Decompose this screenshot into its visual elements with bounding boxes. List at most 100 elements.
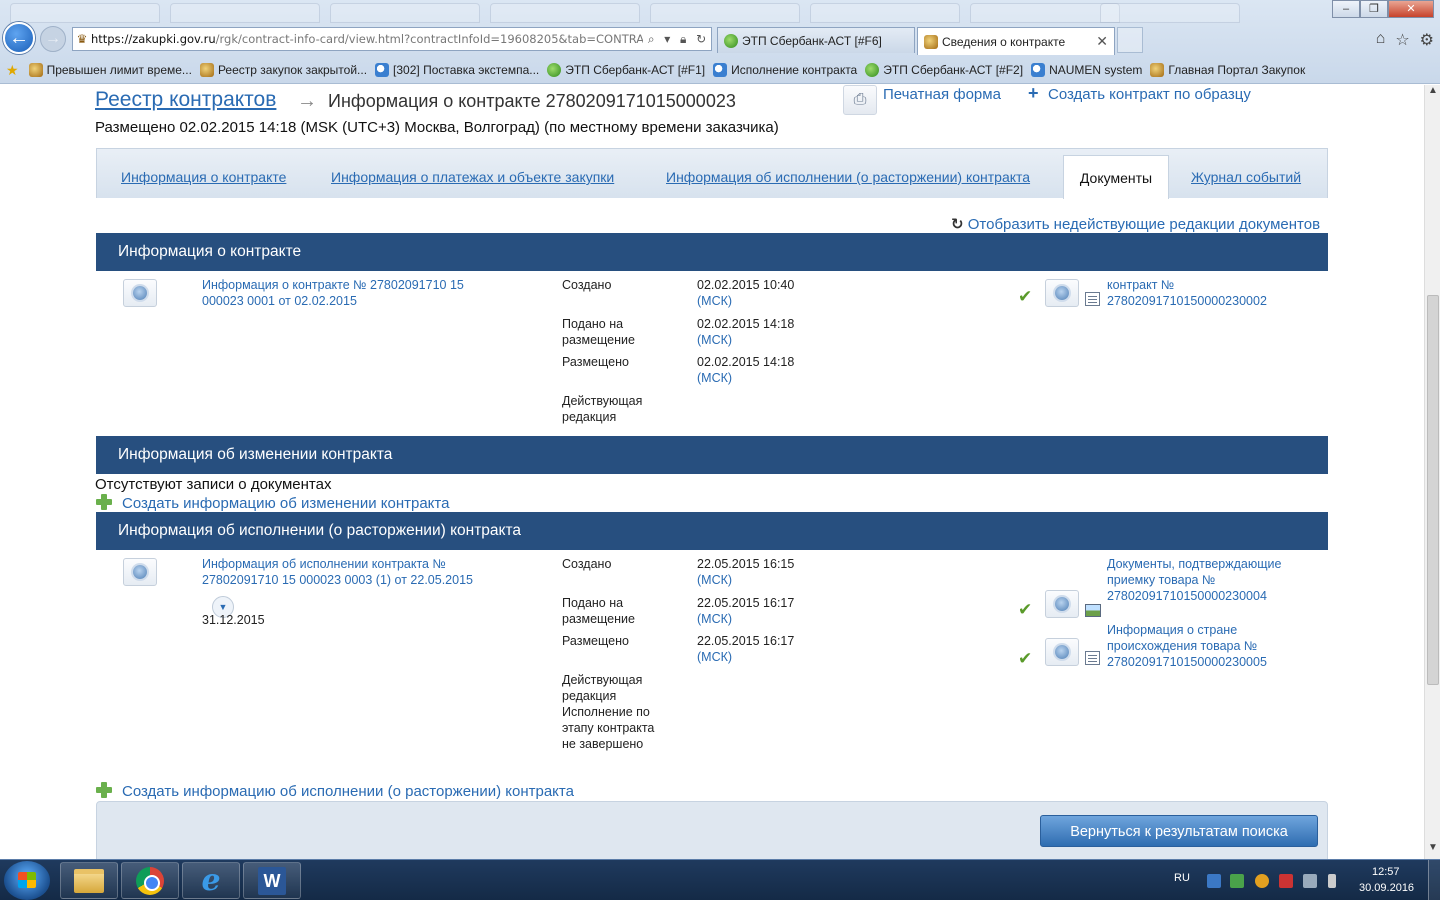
add-plus-icon [96,782,112,798]
word-icon: W [258,866,286,895]
contract-doc-link[interactable]: Информация о контракте № 27802091710 15 … [202,277,502,309]
taskbar-chrome-button[interactable] [121,862,179,899]
timezone-link[interactable]: (МСК) [697,611,794,627]
favorite-label: NAUMEN system [1049,63,1143,77]
field-label: Создано [562,278,612,292]
search-icon[interactable]: ⌕ [648,32,655,47]
timezone-link[interactable]: (МСК) [697,649,794,665]
taskbar-word-button[interactable]: W [243,862,301,899]
show-desktop-button[interactable] [1428,860,1440,900]
refresh-icon[interactable]: ↻ [696,32,706,47]
checkmark-icon: ✔ [1018,600,1033,619]
certificate-icon[interactable] [123,558,157,586]
acceptance-docs-link[interactable]: Документы, подтверждающие приемку товара… [1107,556,1287,604]
timezone-link[interactable]: (МСК) [697,293,794,309]
add-favorite-icon[interactable]: ★ [6,62,19,79]
eagle-emblem-icon [199,63,214,77]
origin-country-link[interactable]: Информация о стране происхождения товара… [1107,622,1287,670]
forward-arrow-icon: → [45,30,61,47]
print-form-link[interactable]: Печатная форма [883,86,1001,103]
ghost-tab[interactable] [330,3,480,23]
ghost-tab[interactable] [810,3,960,23]
favorite-item[interactable]: Главная Портал Закупок [1150,63,1305,77]
security-tray-icon[interactable] [1230,874,1244,888]
ghost-tab[interactable] [1100,3,1240,23]
lock-icon[interactable]: 🔒︎ [680,32,686,47]
field-value: 22.05.2015 16:17 (МСК) [697,595,794,627]
scroll-thumb[interactable] [1427,295,1439,685]
home-icon[interactable]: ⌂ [1376,30,1386,50]
taskbar-ie-button[interactable]: e [182,862,240,899]
certificate-icon[interactable] [1045,590,1079,618]
clock-time[interactable]: 12:57 [1372,866,1400,878]
certificate-icon[interactable] [123,279,157,307]
tab-contract-info[interactable]: Информация о контракте [121,169,286,185]
maximize-button[interactable]: ❐ [1360,0,1388,18]
favorite-item[interactable]: [302] Поставка экстемпа... [375,63,539,77]
tab-journal[interactable]: Журнал событий [1191,169,1301,185]
ghost-tab[interactable] [10,3,160,23]
favorite-item[interactable]: ЭТП Сбербанк-АСТ [#F1] [547,63,705,77]
back-button[interactable]: ← [3,22,35,54]
vertical-scrollbar[interactable]: ▲ ▼ [1424,85,1440,859]
execution-doc-link[interactable]: Информация об исполнении контракта № 278… [202,556,512,588]
tab-execution[interactable]: Информация об исполнении (о расторжении)… [666,169,1030,185]
minimize-button[interactable]: – [1332,0,1360,18]
section-header-execution: Информация об исполнении (о расторжении)… [96,512,1328,550]
favorite-item[interactable]: Исполнение контракта [713,63,857,77]
print-button[interactable]: ⎙ [843,85,877,115]
timezone-link[interactable]: (МСК) [697,370,794,386]
address-bar[interactable]: ♛ https://zakupki.gov.ru/rgk/contract-in… [72,27,712,51]
network-tray-icon[interactable] [1303,874,1317,888]
url-text[interactable]: https://zakupki.gov.ru/rgk/contract-info… [91,32,643,46]
certificate-icon[interactable] [1045,638,1079,666]
date-value: 22.05.2015 16:17 [697,634,795,648]
back-to-results-button[interactable]: Вернуться к результатам поиска [1040,815,1318,847]
timezone-link[interactable]: (МСК) [697,332,794,348]
field-label: Действующая редакция Исполнение по этапу… [562,673,655,751]
field-label: Подано на размещение [562,317,635,347]
page-title: Информация о контракте 27802091710150000… [328,91,736,111]
timezone-link[interactable]: (МСК) [697,572,794,588]
ghost-tab[interactable] [490,3,640,23]
volume-tray-icon[interactable] [1328,874,1336,888]
scroll-down-arrow-icon[interactable]: ▼ [1425,842,1440,859]
settings-gear-icon[interactable]: ⚙ [1420,30,1434,50]
new-tab-button[interactable] [1117,27,1143,53]
create-contract-copy-link[interactable]: Создать контракт по образцу [1048,86,1251,103]
scroll-up-arrow-icon[interactable]: ▲ [1425,85,1440,102]
create-execution-info-link[interactable]: Создать информацию об исполнении (о раст… [122,783,574,800]
field-value: 22.05.2015 16:17 (МСК) [697,633,794,665]
create-change-info-link[interactable]: Создать информацию об изменении контракт… [122,495,449,512]
start-button[interactable] [4,861,50,900]
ghost-tab[interactable] [650,3,800,23]
favorite-item[interactable]: NAUMEN system [1031,63,1142,77]
tab-payments[interactable]: Информация о платежах и объекте закупки [331,169,614,185]
certificate-icon[interactable] [1045,279,1079,307]
dropdown-icon[interactable]: ▾ [664,32,670,47]
flag-tray-icon[interactable] [1279,874,1293,888]
tab-documents[interactable]: Документы [1063,155,1169,199]
favorite-label: ЭТП Сбербанк-АСТ [#F1] [565,63,706,77]
close-window-button[interactable]: ✕ [1388,0,1434,18]
update-tray-icon[interactable] [1255,874,1269,888]
clock-date[interactable]: 30.09.2016 [1359,882,1414,894]
keyboard-tray-icon[interactable] [1207,874,1221,888]
browser-tab-sberbank[interactable]: ЭТП Сбербанк-АСТ [#F6] [717,27,915,53]
favorite-item[interactable]: Реестр закупок закрытой... [199,63,367,77]
field-value: 02.02.2015 14:18 (МСК) [697,316,794,348]
contract-attachment-link[interactable]: контракт № 27802091710150000230002 [1107,277,1282,309]
taskbar-explorer-button[interactable] [60,862,118,899]
breadcrumb-registry-link[interactable]: Реестр контрактов [95,88,276,112]
favorite-label: Превышен лимит време... [46,63,192,77]
show-inactive-revisions-link[interactable]: ↻ Отобразить недействующие редакции доку… [951,215,1320,233]
ghost-tab[interactable] [970,3,1120,23]
browser-tab-contract-info[interactable]: Сведения о контракте ✕ [917,27,1115,55]
favorite-item[interactable]: Превышен лимит време... [28,63,192,77]
close-tab-icon[interactable]: ✕ [1096,33,1108,50]
favorite-item[interactable]: ЭТП Сбербанк-АСТ [#F2] [865,63,1023,77]
ghost-tab[interactable] [170,3,320,23]
favorites-star-icon[interactable]: ☆ [1395,30,1409,50]
language-indicator[interactable]: RU [1174,872,1190,884]
forward-button[interactable]: → [40,26,66,52]
